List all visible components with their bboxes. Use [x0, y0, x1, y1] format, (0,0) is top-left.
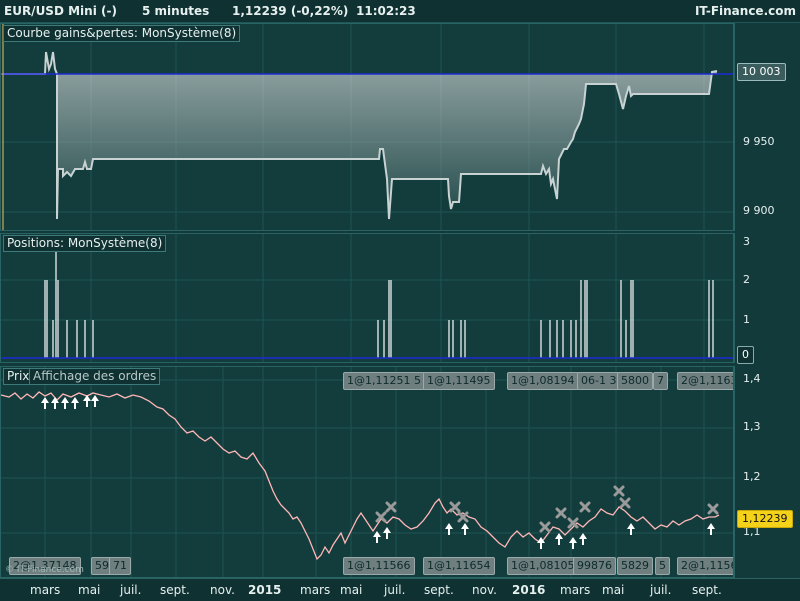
order-tag[interactable]: 1@1,08105 [507, 557, 579, 575]
price-axis-tick: 1,2 [743, 470, 761, 483]
date-axis-label: sept. [424, 583, 454, 597]
date-axis-label: nov. [472, 583, 497, 597]
positions-axis-tick: 1 [743, 313, 750, 326]
order-tag[interactable]: 06-1 3 [577, 372, 621, 390]
pnl-axis: 9 950 9 900 10 003 [734, 23, 800, 231]
date-axis-label: mars [560, 583, 591, 597]
order-tag[interactable]: 7 [653, 372, 668, 390]
positions-axis: 3 2 1 0 [734, 233, 800, 364]
date-axis-year-label: 2016 [512, 583, 546, 597]
pnl-current-value-badge: 10 003 [737, 63, 786, 81]
order-tag[interactable]: 1@1,11566 [343, 557, 415, 575]
order-tag[interactable]: 5800 [617, 372, 653, 390]
order-tag[interactable]: 1@1,11251 5 [343, 372, 425, 390]
clock: 11:02:23 [356, 4, 416, 18]
pnl-axis-tick: 9 900 [743, 204, 775, 217]
brand-link[interactable]: IT-Finance.com [695, 4, 796, 18]
date-axis-year-label: 2015 [248, 583, 282, 597]
orders-display-toggle[interactable]: Affichage des ordres [29, 368, 161, 385]
order-tag[interactable]: 1@1,11495 [423, 372, 495, 390]
date-axis-label: sept. [160, 583, 190, 597]
price-axis-tick: 1,4 [743, 372, 761, 385]
positions-panel-title[interactable]: Positions: MonSystème(8) [3, 235, 167, 252]
pnl-chart [1, 24, 733, 230]
last-price: 1,12239 (-0,22%) [232, 4, 349, 18]
date-axis-label: mars [30, 583, 61, 597]
date-axis-label: mai [602, 583, 625, 597]
price-axis-tick: 1,3 [743, 420, 761, 433]
positions-axis-tick: 3 [743, 235, 750, 248]
instrument-symbol[interactable]: EUR/USD Mini (-) [4, 4, 117, 18]
date-axis-label: juil. [384, 583, 406, 597]
watermark: © IT-Finance.com [5, 565, 84, 575]
positions-panel[interactable]: Positions: MonSystème(8) [0, 233, 734, 363]
order-tag[interactable]: 2@1,1156 [677, 557, 733, 575]
date-axis-label: juil. [650, 583, 672, 597]
order-tag[interactable]: 5829 [617, 557, 653, 575]
order-tag[interactable]: 2@1,1163 [677, 372, 733, 390]
price-axis: 1,4 1,3 1,2 1,1 1,12239 [734, 366, 800, 578]
date-axis: mars mai juil. sept. nov. 2015 mars mai … [0, 578, 800, 601]
order-tag[interactable]: 1@1,08194 [507, 372, 579, 390]
order-tag[interactable]: 71 [109, 557, 131, 575]
date-axis-label: nov. [210, 583, 235, 597]
positions-current-value-badge: 0 [737, 346, 754, 364]
order-tag[interactable]: 1@1,11654 [423, 557, 495, 575]
current-price-badge: 1,12239 [737, 510, 793, 528]
timeframe[interactable]: 5 minutes [142, 4, 209, 18]
date-axis-label: mai [340, 583, 363, 597]
pnl-panel-title[interactable]: Courbe gains&pertes: MonSystème(8) [3, 25, 241, 42]
title-bar: EUR/USD Mini (-) 5 minutes 1,12239 (-0,2… [0, 0, 800, 23]
pnl-panel[interactable]: Courbe gains&pertes: MonSystème(8) [0, 23, 734, 231]
date-axis-label: mai [78, 583, 101, 597]
price-panel[interactable]: Prix Affichage des ordres 1@1,11251 5 1@… [0, 366, 734, 578]
positions-axis-tick: 2 [743, 273, 750, 286]
pnl-axis-tick: 9 950 [743, 135, 775, 148]
positions-chart [1, 234, 733, 362]
order-tag[interactable]: 99876 [573, 557, 616, 575]
date-axis-label: sept. [692, 583, 722, 597]
date-axis-label: mars [300, 583, 331, 597]
order-tag[interactable]: 5 [655, 557, 670, 575]
date-axis-label: juil. [120, 583, 142, 597]
price-chart [1, 367, 733, 577]
